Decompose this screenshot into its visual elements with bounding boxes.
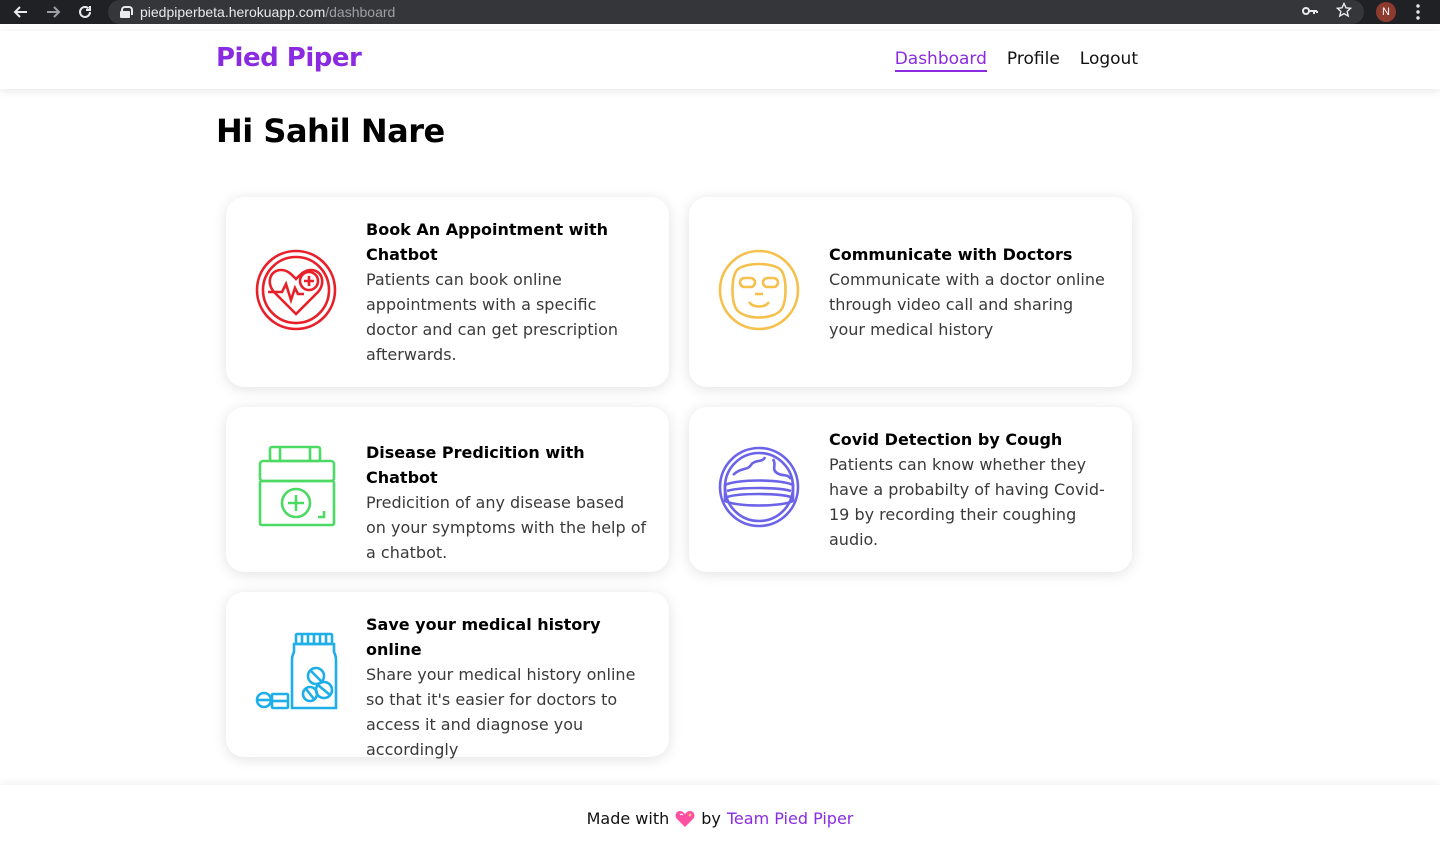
nav-logout[interactable]: Logout	[1080, 49, 1138, 72]
footer-by: by	[701, 809, 721, 828]
card-covid-detection[interactable]: Covid Detection by Cough Patients can kn…	[689, 407, 1132, 572]
card-description: Patients can know whether they have a pr…	[829, 455, 1105, 549]
back-arrow-icon[interactable]	[10, 0, 32, 24]
url-host: piedpiperbeta.herokuapp.com	[140, 4, 326, 20]
card-communicate-doctors[interactable]: Communicate with Doctors Communicate wit…	[689, 197, 1132, 387]
page-title: Hi Sahil Nare	[216, 112, 445, 150]
forward-arrow-icon[interactable]	[42, 0, 64, 24]
globe-mask-icon	[717, 445, 801, 529]
brand-logo[interactable]: Pied Piper	[216, 43, 362, 73]
nav-profile[interactable]: Profile	[1007, 49, 1060, 72]
site-header: Pied Piper Dashboard Profile Logout	[0, 31, 1440, 89]
footer-made-with: Made with	[586, 809, 670, 828]
key-icon[interactable]	[1302, 4, 1318, 21]
footer-team-link[interactable]: Team Pied Piper	[727, 809, 854, 828]
card-title: Book An Appointment with Chatbot	[366, 220, 608, 264]
first-aid-kit-icon	[254, 445, 338, 529]
face-mask-icon	[717, 248, 801, 332]
card-medical-history[interactable]: Save your medical history online Share y…	[226, 592, 669, 759]
profile-avatar[interactable]: N	[1376, 2, 1396, 22]
star-icon[interactable]	[1335, 1, 1353, 22]
nav-dashboard[interactable]: Dashboard	[894, 49, 987, 72]
heart-medical-icon	[254, 248, 338, 332]
main-nav: Dashboard Profile Logout	[894, 49, 1138, 72]
medicine-bottle-icon	[254, 632, 338, 716]
card-description: Communicate with a doctor online through…	[829, 270, 1105, 339]
card-title: Disease Predicition with Chatbot	[366, 443, 585, 487]
card-description: Share your medical history online so tha…	[366, 665, 636, 759]
more-vert-icon[interactable]	[1408, 0, 1428, 24]
lock-icon	[120, 6, 133, 18]
card-disease-prediction[interactable]: Disease Predicition with Chatbot Predici…	[226, 407, 669, 572]
url-path: /dashboard	[325, 4, 396, 20]
card-description: Predicition of any disease based on your…	[366, 493, 647, 562]
card-book-appointment[interactable]: Book An Appointment with Chatbot Patient…	[226, 197, 669, 387]
sparkling-heart-icon	[675, 810, 695, 828]
site-footer: Made with by Team Pied Piper	[0, 785, 1440, 852]
card-title: Communicate with Doctors	[829, 245, 1073, 264]
card-title: Covid Detection by Cough	[829, 430, 1063, 449]
reload-icon[interactable]	[74, 0, 96, 24]
card-description: Patients can book online appointments wi…	[366, 270, 619, 364]
address-bar[interactable]: piedpiperbeta.herokuapp.com/dashboard	[108, 0, 1364, 24]
card-title: Save your medical history online	[366, 615, 601, 659]
